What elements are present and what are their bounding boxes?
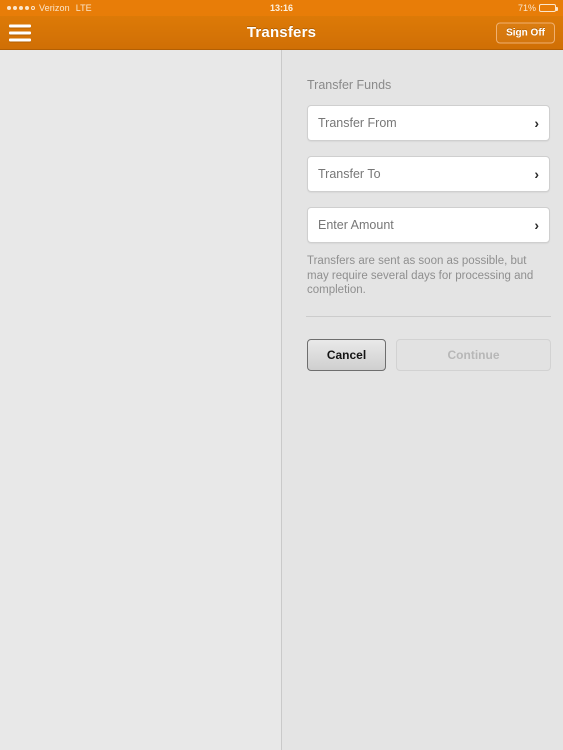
transfer-form-pane: Transfer Funds Transfer From › Transfer …	[283, 50, 563, 750]
chevron-right-icon: ›	[534, 217, 539, 233]
content-area: Transfer Funds Transfer From › Transfer …	[0, 50, 563, 750]
page-title: Transfers	[246, 24, 317, 41]
status-bar-right: 71%	[517, 3, 558, 13]
sign-off-button[interactable]: Sign Off	[496, 22, 555, 43]
network-type-label: LTE	[75, 3, 92, 13]
enter-amount-field[interactable]: Enter Amount ›	[307, 207, 550, 243]
status-bar: Verizon LTE 13:16 71%	[0, 0, 563, 16]
disclaimer-text: Transfers are sent as soon as possible, …	[307, 255, 534, 296]
form-actions: Cancel Continue	[307, 339, 551, 371]
chevron-right-icon: ›	[534, 115, 539, 131]
section-divider	[306, 316, 551, 317]
continue-button: Continue	[396, 339, 551, 371]
cancel-button[interactable]: Cancel	[307, 339, 386, 371]
transfer-from-label: Transfer From	[318, 116, 397, 130]
transfer-from-field[interactable]: Transfer From ›	[307, 105, 550, 141]
app-root: Verizon LTE 13:16 71% Transfers Sign Off…	[0, 0, 563, 750]
carrier-label: Verizon	[39, 3, 70, 13]
enter-amount-label: Enter Amount	[318, 218, 394, 232]
section-title: Transfer Funds	[307, 78, 392, 92]
left-empty-pane	[0, 50, 282, 750]
signal-strength-icon	[7, 6, 35, 10]
navigation-bar: Transfers Sign Off	[0, 16, 563, 50]
battery-icon	[539, 4, 558, 12]
chevron-right-icon: ›	[534, 166, 539, 182]
transfer-to-field[interactable]: Transfer To ›	[307, 156, 550, 192]
status-bar-left: Verizon LTE	[7, 3, 92, 13]
transfer-to-label: Transfer To	[318, 167, 381, 181]
battery-percent-label: 71%	[517, 3, 536, 13]
